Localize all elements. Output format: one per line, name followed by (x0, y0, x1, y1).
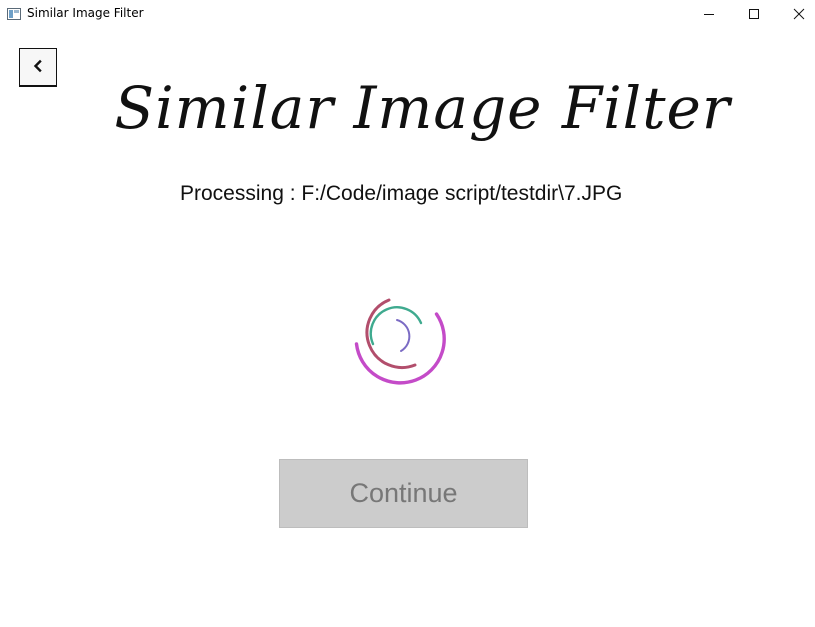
loading-spinner (349, 294, 449, 388)
close-button[interactable] (776, 0, 815, 28)
maximize-button[interactable] (731, 0, 776, 28)
continue-button[interactable]: Continue (279, 459, 528, 528)
processing-status: Processing : F:/Code/image script/testdi… (180, 182, 623, 205)
window-title: Similar Image Filter (27, 6, 144, 20)
spinner-core-arc (396, 319, 411, 352)
minimize-icon (703, 5, 715, 24)
maximize-icon (748, 5, 760, 24)
app-icon (7, 6, 21, 20)
minimize-button[interactable] (686, 0, 731, 28)
page-title: Similar Image Filter (114, 74, 731, 142)
app-window: Similar Image Filter Similar Image Filte… (0, 0, 815, 627)
title-bar: Similar Image Filter (0, 0, 815, 28)
close-icon (793, 5, 805, 24)
spinner-inner-arc (369, 306, 423, 346)
